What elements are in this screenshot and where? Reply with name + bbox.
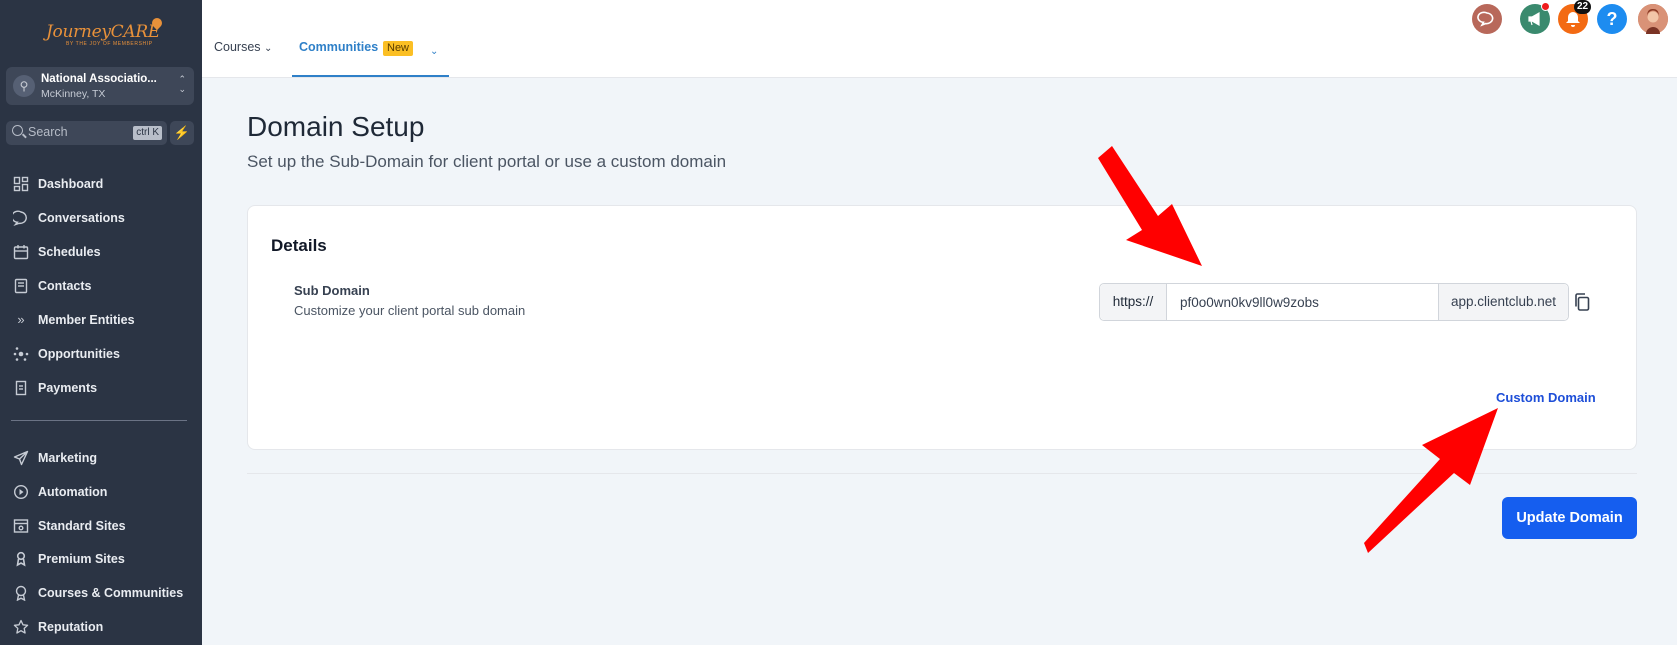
sidebar-item-label: Standard Sites [38,519,126,533]
award-icon [13,585,29,602]
sidebar-item-label: Automation [38,485,108,499]
sidebar-item-payments[interactable]: Payments [0,374,202,402]
url-prefix: https:// [1100,284,1167,320]
chat-bubble-icon[interactable] [1472,4,1502,34]
location-icon: ⚲ [13,75,35,97]
contacts-icon [13,278,29,294]
search-icon [12,125,23,136]
sidebar-item-automation[interactable]: Automation [0,478,202,506]
lightning-icon: ⚡ [173,125,191,140]
calendar-icon [13,244,29,260]
sidebar-item-conversations[interactable]: Conversations [0,204,202,232]
new-badge: New [383,41,414,56]
update-domain-button[interactable]: Update Domain [1502,497,1637,539]
sidebar-item-label: Schedules [38,245,101,259]
page-subtitle: Set up the Sub-Domain for client portal … [247,152,727,171]
dashboard-icon [13,176,29,192]
tab-label: Courses [214,40,261,54]
notification-count: 22 [1574,0,1592,14]
logo-text: JourneyCARE [46,22,160,42]
user-avatar[interactable] [1638,4,1668,34]
help-icon[interactable]: ? [1597,4,1627,34]
sidebar-divider [11,420,187,421]
url-suffix: app.clientclub.net [1438,284,1568,320]
top-bar: Courses ⌄ Communities New ⌄ [202,0,1677,78]
quick-action-button[interactable]: ⚡ [170,121,194,145]
sidebar-item-courses-communities[interactable]: Courses & Communities [0,579,202,607]
sidebar: JourneyCARE BY THE JOY OF MEMBERSHIP ⚲ N… [0,0,202,645]
subdomain-label: Sub Domain [294,283,370,298]
tab-communities[interactable]: Communities [299,40,378,54]
subdomain-input[interactable] [1167,284,1438,320]
annotation-arrow-icon [1098,146,1202,266]
sidebar-item-label: Opportunities [38,347,120,361]
active-tab-indicator [292,75,449,77]
unread-dot [1541,2,1550,11]
sidebar-item-label: Dashboard [38,177,104,191]
sidebar-item-label: Courses & Communities [38,586,184,600]
card-title: Details [271,236,327,255]
opportunities-icon [13,346,29,362]
chevron-down-icon: ⌄ [264,43,273,54]
sidebar-item-member-entities[interactable]: » Member Entities [0,306,202,334]
star-icon [13,619,29,635]
sidebar-item-opportunities[interactable]: Opportunities [0,340,202,368]
tab-courses[interactable]: Courses ⌄ [214,40,272,54]
sidebar-item-label: Member Entities [38,313,135,327]
page-title: Domain Setup [247,111,425,142]
sidebar-item-schedules[interactable]: Schedules [0,238,202,266]
subdomain-description: Customize your client portal sub domain [294,303,526,318]
sidebar-item-premium-sites[interactable]: Premium Sites [0,545,202,573]
sidebar-item-label: Marketing [38,451,98,465]
chevron-up-down-icon: ⌃ ⌄ [178,74,186,94]
automation-icon [13,484,29,500]
subdomain-input-group: https:// app.clientclub.net [1099,283,1569,321]
sidebar-item-marketing[interactable]: Marketing [0,444,202,472]
copy-icon[interactable] [1573,292,1591,312]
sidebar-item-label: Payments [38,381,98,395]
account-location: McKinney, TX [41,88,106,100]
account-switcher[interactable]: ⚲ National Associatio... McKinney, TX ⌃ ⌄ [6,67,194,105]
sidebar-item-label: Contacts [38,279,92,293]
sidebar-item-label: Reputation [38,620,104,634]
logo-tagline: BY THE JOY OF MEMBERSHIP [66,41,153,47]
send-icon [13,450,29,466]
custom-domain-link[interactable]: Custom Domain [1496,390,1596,405]
sidebar-item-reputation[interactable]: Reputation [0,613,202,641]
search-placeholder: Search [28,125,68,139]
double-chevron-icon: » [17,312,25,327]
payments-icon [13,380,29,396]
search-shortcut: ctrl K [133,126,162,140]
sidebar-item-label: Premium Sites [38,552,125,566]
chat-icon [11,210,29,226]
chevron-down-icon[interactable]: ⌄ [430,46,438,57]
journeycare-logo[interactable]: JourneyCARE BY THE JOY OF MEMBERSHIP [38,14,168,52]
sites-icon [13,518,29,534]
account-name: National Associatio... [41,73,157,85]
premium-icon [13,551,29,567]
sidebar-item-contacts[interactable]: Contacts [0,272,202,300]
annotation-arrow-icon [1364,408,1498,553]
search-input[interactable]: Search ctrl K [6,121,167,145]
sidebar-item-dashboard[interactable]: Dashboard [0,170,202,198]
sidebar-item-label: Conversations [38,211,125,225]
sidebar-item-standard-sites[interactable]: Standard Sites [0,512,202,540]
